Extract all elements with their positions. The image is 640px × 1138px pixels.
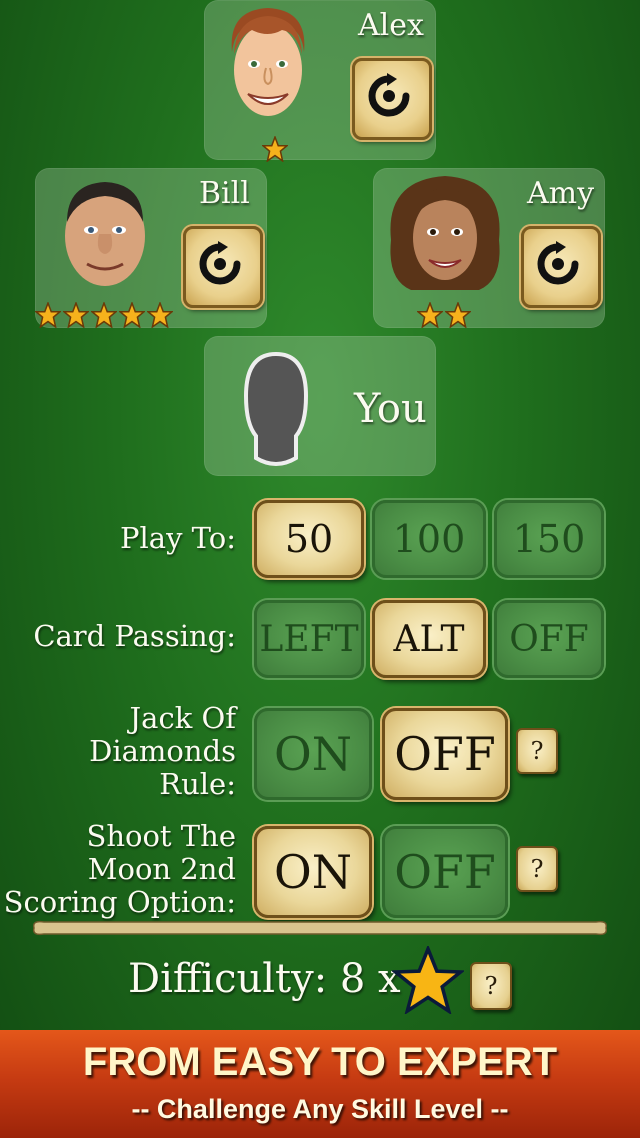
player-panel-bill[interactable]: Bill — [35, 168, 267, 328]
shoot-the-moon-help-button[interactable]: ? — [516, 846, 558, 892]
jack-of-diamonds-label: Jack Of Diamonds Rule: — [89, 702, 236, 801]
rating-stars-alex — [262, 136, 288, 162]
star-icon — [35, 302, 61, 328]
star-icon — [417, 302, 443, 328]
jack-of-diamonds-label-line-1: Jack Of — [129, 701, 236, 735]
shoot-the-moon-label-line-3: Scoring Option: — [3, 885, 236, 919]
star-icon — [445, 302, 471, 328]
jack-of-diamonds-on-button[interactable]: ON — [254, 708, 372, 800]
star-icon — [119, 302, 145, 328]
player-panel-amy[interactable]: Amy — [373, 168, 605, 328]
shoot-the-moon-on-button[interactable]: ON — [254, 826, 372, 918]
play-to-100-button[interactable]: 100 — [372, 500, 486, 578]
star-icon — [147, 302, 173, 328]
difficulty-label: Difficulty: 8 x — [128, 956, 401, 1002]
swap-player-button-bill[interactable] — [183, 226, 263, 308]
rating-stars-amy — [417, 302, 471, 328]
shoot-the-moon-off-button[interactable]: OFF — [382, 826, 508, 918]
jack-of-diamonds-label-line-3: Rule: — [159, 767, 236, 801]
jack-of-diamonds-off-button[interactable]: OFF — [382, 708, 508, 800]
card-passing-left-button[interactable]: LEFT — [254, 600, 364, 678]
card-passing-alt-button[interactable]: ALT — [372, 600, 486, 678]
jack-of-diamonds-help-button[interactable]: ? — [516, 728, 558, 774]
player-panel-alex[interactable]: Alex — [204, 0, 436, 162]
shoot-the-moon-label-line-1: Shoot The — [86, 819, 236, 853]
player-name-alex: Alex — [358, 8, 424, 43]
rotate-icon — [199, 241, 241, 285]
star-icon — [91, 302, 117, 328]
rotate-icon — [537, 241, 579, 285]
play-to-150-button[interactable]: 150 — [494, 500, 604, 578]
swap-player-button-alex[interactable] — [352, 58, 432, 140]
player-panel-you: You — [204, 336, 436, 476]
play-to-50-button[interactable]: 50 — [254, 500, 364, 578]
player-name-bill: Bill — [199, 176, 250, 211]
player-name-amy: Amy — [527, 176, 595, 211]
shoot-the-moon-label: Shoot The Moon 2nd Scoring Option: — [4, 820, 236, 919]
star-icon — [262, 136, 288, 162]
shoot-the-moon-label-line-2: Moon 2nd — [87, 852, 236, 886]
jack-of-diamonds-label-line-2: Diamonds — [89, 734, 236, 768]
rotate-icon — [368, 73, 410, 117]
difficulty-help-button[interactable]: ? — [470, 962, 512, 1010]
swap-player-button-amy[interactable] — [521, 226, 601, 308]
bill-avatar — [65, 182, 145, 286]
star-icon — [63, 302, 89, 328]
user-silhouette-icon — [243, 351, 309, 466]
promo-banner-subtitle: -- Challenge Any Skill Level -- — [131, 1094, 509, 1124]
amy-avatar — [390, 176, 500, 290]
play-to-label: Play To: — [120, 521, 236, 555]
ornamental-divider — [32, 920, 608, 936]
rating-stars-bill — [35, 302, 173, 328]
alex-avatar — [231, 8, 305, 116]
card-passing-label: Card Passing: — [33, 619, 236, 653]
difficulty-star-icon[interactable] — [392, 946, 464, 1014]
promo-banner: FROM EASY TO EXPERT -- Challenge Any Ski… — [0, 1030, 640, 1138]
promo-banner-title: FROM EASY TO EXPERT — [82, 1040, 558, 1084]
player-name-you: You — [354, 386, 427, 432]
card-passing-off-button[interactable]: OFF — [494, 600, 604, 678]
